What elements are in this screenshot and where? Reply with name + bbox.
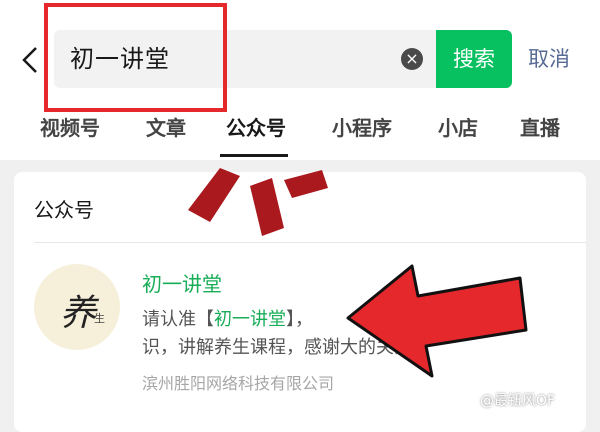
clear-icon[interactable]: × [401,48,423,70]
tab-shops[interactable]: 小店 [438,106,478,150]
annotation-highlight-box [44,3,227,112]
account-description: 请认准【初一讲堂】， 健康小... 识，讲解养生课程，感谢大的关注！ [142,306,582,362]
cancel-button[interactable]: 取消 [528,30,570,88]
back-arrow-icon [22,47,37,73]
category-tabs: 视频号 文章 公众号 小程序 小店 直播 [0,106,600,156]
tab-articles[interactable]: 文章 [146,106,186,150]
active-tab-underline [220,154,288,157]
avatar-small: 生 [94,312,105,325]
tab-mini-programs[interactable]: 小程序 [332,106,392,150]
back-button[interactable] [14,40,48,80]
desc-prefix: 请认准【 [142,309,214,330]
avatar-char: 养 [60,293,97,334]
divider [34,242,586,243]
search-button[interactable]: 搜索 [436,30,512,88]
tab-channels[interactable]: 视频号 [40,106,100,150]
company-name: 滨州胜阳网络科技有限公司 [142,374,335,393]
section-title: 公众号 [34,198,94,222]
desc-highlight: 初一讲堂 [214,309,286,330]
desc-line2-end: 的关注！ [358,337,430,358]
avatar[interactable]: 养 生 [34,264,120,350]
tab-live[interactable]: 直播 [520,106,560,150]
watermark: @最钮风OF [480,393,556,409]
desc-suffix: 】， [286,309,313,330]
desc-line1-end: 健康小... [435,309,507,330]
account-name[interactable]: 初一讲堂 [142,268,222,297]
tab-official-accounts[interactable]: 公众号 [226,106,286,150]
desc-line2: 识，讲解养生课程，感谢大 [142,337,358,358]
